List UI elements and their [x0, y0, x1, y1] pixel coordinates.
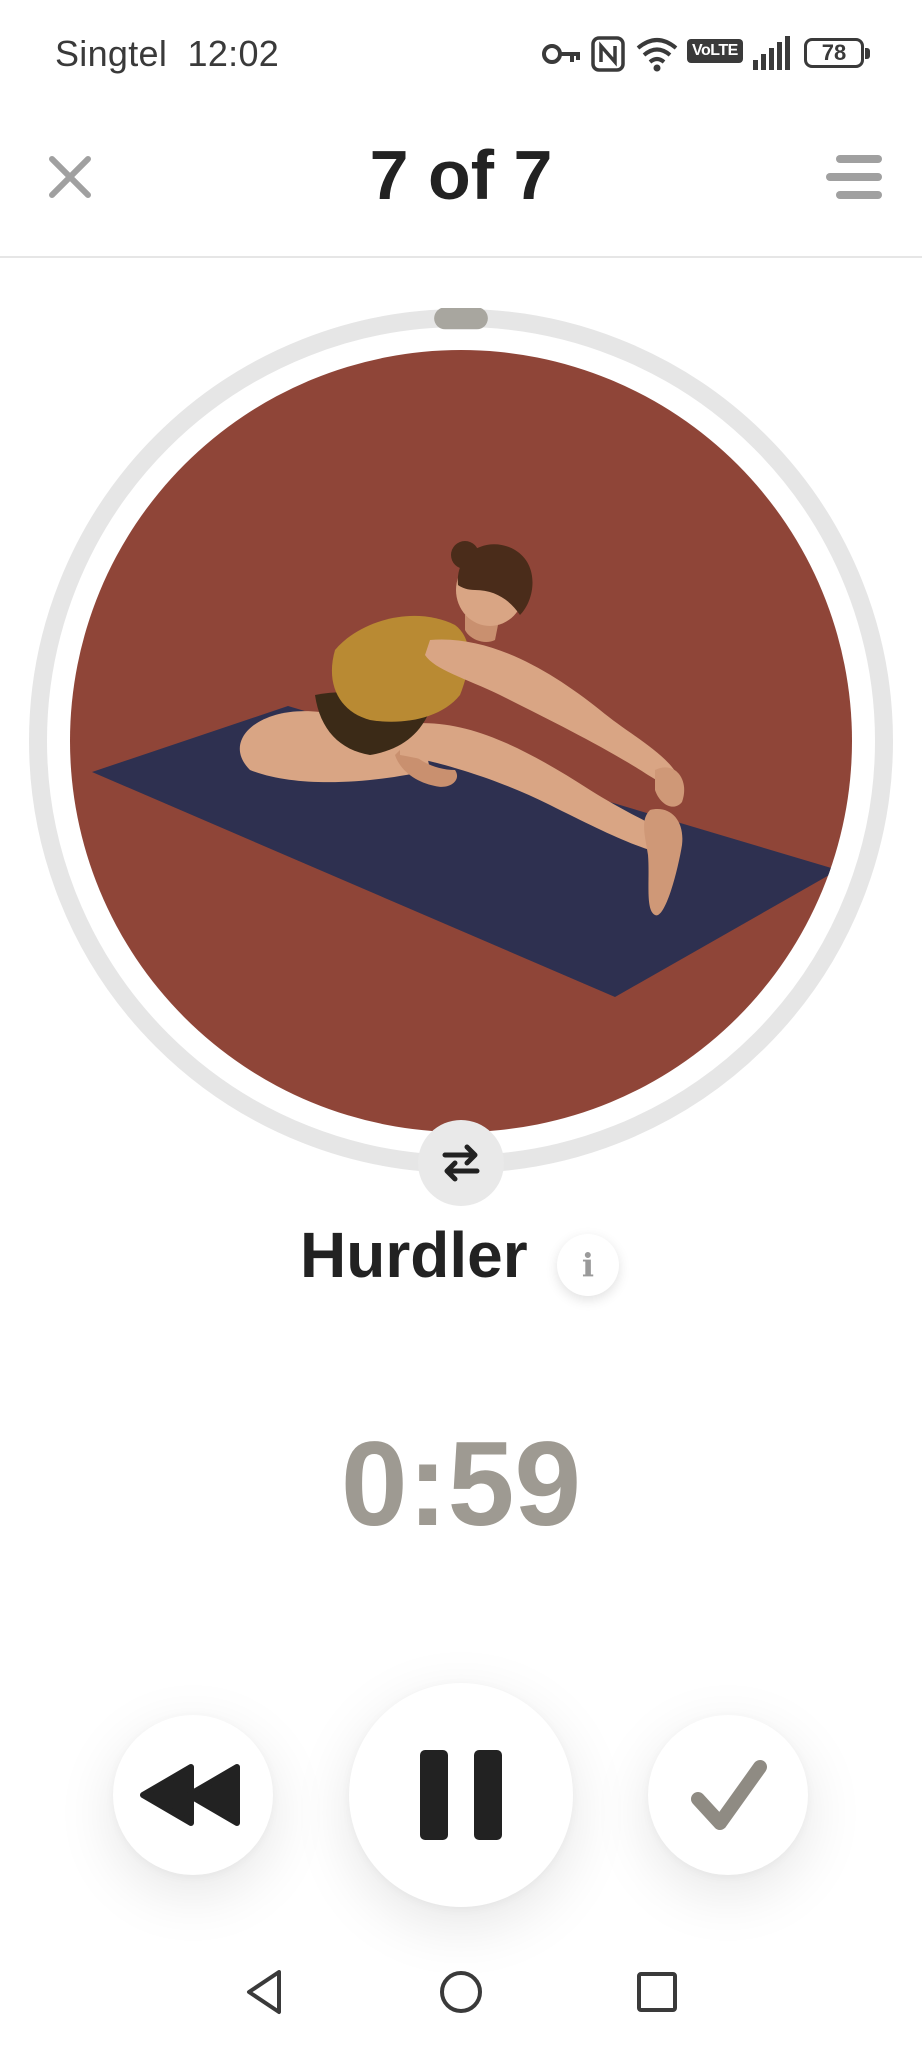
- exercise-info-button[interactable]: i: [557, 1234, 619, 1296]
- countdown-timer: 0:59: [340, 1417, 582, 1551]
- rewind-button[interactable]: [113, 1715, 273, 1875]
- nav-recents-button[interactable]: [627, 1962, 687, 2022]
- nfc-icon: [591, 36, 625, 72]
- player-header: 7 of 7: [0, 115, 922, 258]
- exercise-progress-title: 7 of 7: [369, 136, 553, 214]
- back-triangle-icon: [247, 1970, 281, 2014]
- signal-icon: [753, 36, 790, 70]
- system-nav-bar: [0, 1940, 922, 2048]
- nav-home-button[interactable]: [431, 1962, 491, 2022]
- pause-icon: [420, 1750, 502, 1840]
- workout-player-screen: Singtel 12:02 VoLTE 78 7 of 7 Hurdler i …: [0, 0, 922, 2048]
- rewind-icon: [140, 1764, 240, 1826]
- clock-label: 12:02: [187, 33, 280, 74]
- wifi-icon: [636, 38, 678, 72]
- exercise-visual: [28, 308, 894, 1174]
- vpn-key-icon: [542, 44, 580, 64]
- pause-button[interactable]: [349, 1683, 573, 1907]
- status-left: Singtel 12:02: [55, 33, 279, 75]
- checkmark-icon: [691, 1760, 767, 1830]
- swap-sides-icon: [442, 1144, 480, 1182]
- nav-back-button[interactable]: [235, 1962, 295, 2022]
- recents-square-icon: [637, 1972, 677, 2012]
- exercise-list-button[interactable]: [824, 151, 884, 203]
- status-bar: Singtel 12:02 VoLTE 78: [0, 0, 922, 115]
- exercise-illustration: [70, 350, 852, 1132]
- carrier-label: Singtel: [55, 33, 168, 74]
- swap-sides-button[interactable]: [418, 1120, 504, 1206]
- menu-icon: [826, 155, 882, 199]
- complete-exercise-button[interactable]: [648, 1715, 808, 1875]
- volte-badge: VoLTE: [687, 39, 743, 63]
- info-icon: i: [581, 1246, 595, 1284]
- exercise-name: Hurdler: [300, 1219, 528, 1291]
- home-circle-icon: [440, 1971, 482, 2013]
- battery-icon: 78: [804, 38, 870, 68]
- hurdler-figure: [92, 541, 838, 997]
